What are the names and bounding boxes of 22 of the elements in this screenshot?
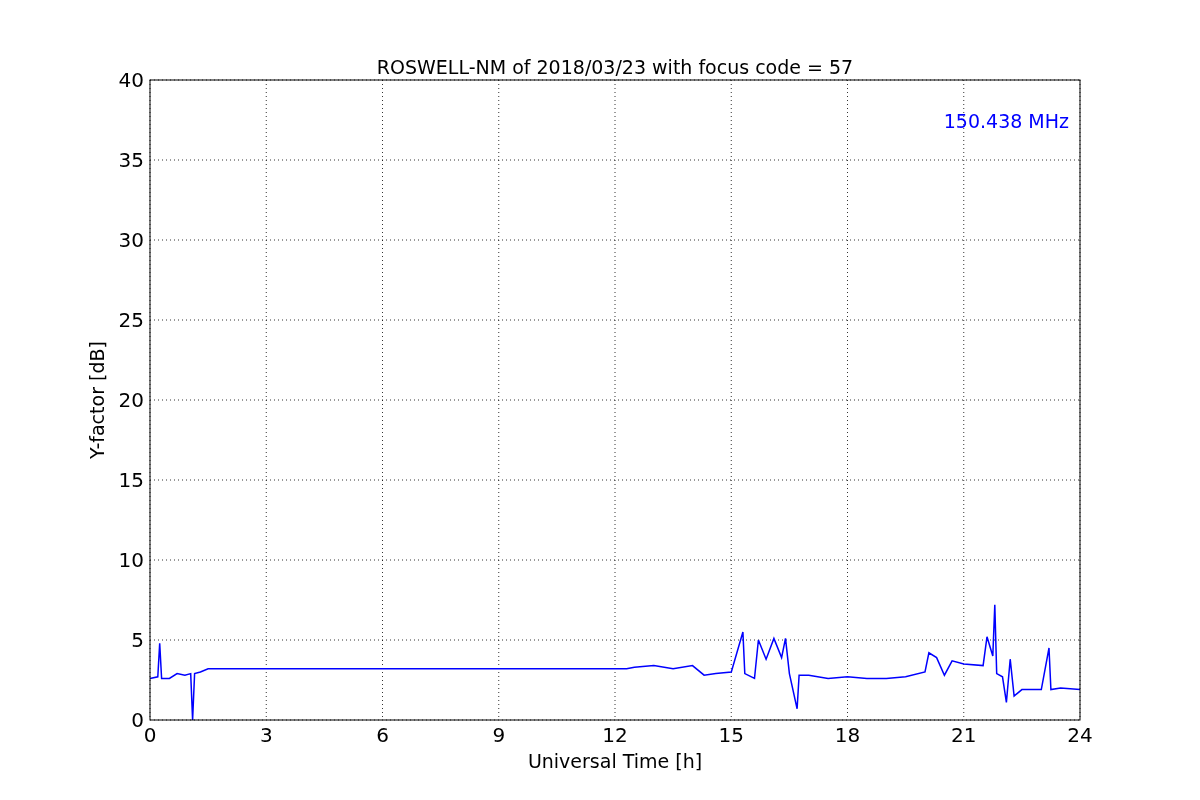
x-tick-label: 21 <box>951 723 977 747</box>
y-tick-label: 30 <box>118 228 144 252</box>
x-axis-label: Universal Time [h] <box>527 750 703 772</box>
x-tick-label: 12 <box>602 723 628 747</box>
legend-label: 150.438 MHz <box>943 110 1069 132</box>
y-tick-label: 10 <box>118 548 144 572</box>
y-tick-label: 15 <box>118 468 144 492</box>
x-tick-label: 24 <box>1067 723 1093 747</box>
y-tick-label: 5 <box>131 628 144 652</box>
x-tick-label: 9 <box>492 723 506 747</box>
y-tick-label: 35 <box>118 148 144 172</box>
y-tick-label: 25 <box>118 308 144 332</box>
x-tick-label: 15 <box>718 723 744 747</box>
y-tick-label: 40 <box>118 68 144 92</box>
y-axis-label: Y-factor [dB] <box>86 341 108 459</box>
x-tick-label: 6 <box>376 723 389 747</box>
y-tick-label: 0 <box>131 708 144 732</box>
x-tick-label: 0 <box>143 723 157 747</box>
x-tick-label: 18 <box>834 723 861 747</box>
x-tick-label: 3 <box>259 723 273 747</box>
y-tick-label: 20 <box>118 388 144 412</box>
chart-title: ROSWELL-NM of 2018/03/23 with focus code = 57 <box>376 56 854 78</box>
